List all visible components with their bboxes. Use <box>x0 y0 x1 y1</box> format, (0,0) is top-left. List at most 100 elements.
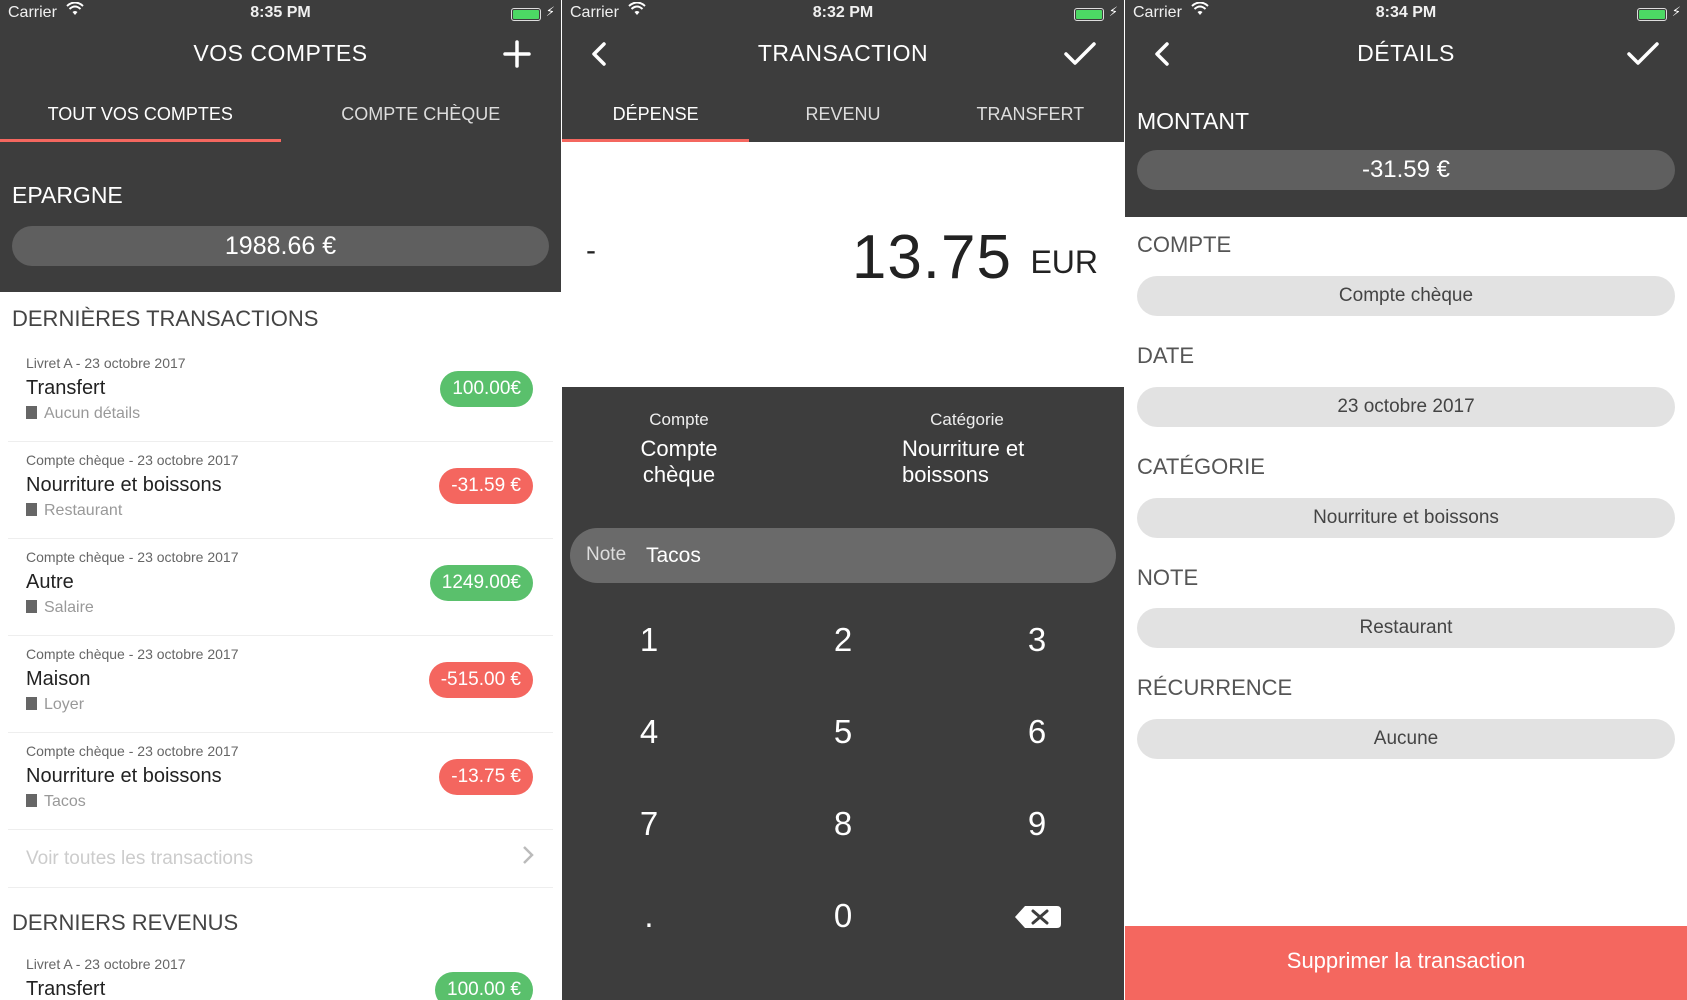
transaction-amount: -13.75 € <box>439 759 533 795</box>
transaction-amount: 100.00€ <box>440 371 533 407</box>
transaction-type-tabs: DÉPENSE REVENU TRANSFERT <box>562 90 1124 142</box>
status-time: 8:32 PM <box>812 4 874 21</box>
status-bar: Carrier 8:34 PM ⚡ <box>1125 0 1687 28</box>
key-6[interactable]: 6 <box>977 697 1097 767</box>
transaction-row[interactable]: Livret A - 23 octobre 2017 Transfert Auc… <box>8 345 553 442</box>
transaction-detail-text: Tacos <box>44 793 86 810</box>
charging-icon: ⚡ <box>1671 4 1681 19</box>
tab-all-accounts[interactable]: TOUT VOS COMPTES <box>0 90 281 142</box>
transaction-detail: Aucun détails <box>26 405 140 423</box>
tab-income[interactable]: REVENU <box>749 90 936 142</box>
see-all-transactions-link[interactable]: Voir toutes les transactions <box>8 830 553 888</box>
account-field-label: COMPTE <box>1137 232 1232 257</box>
recurrence-field-label: RÉCURRENCE <box>1137 675 1293 700</box>
tab-checking-account[interactable]: COMPTE CHÈQUE <box>281 90 562 142</box>
document-icon <box>26 794 37 807</box>
balance-card: EPARGNE 1988.66 € <box>0 142 561 292</box>
transaction-detail: Loyer <box>26 696 84 714</box>
chevron-right-icon <box>521 844 535 872</box>
category-label: Catégorie <box>930 410 1004 429</box>
transaction-amount: -31.59 € <box>439 468 533 504</box>
tab-expense[interactable]: DÉPENSE <box>562 90 750 142</box>
accounts-screen: Carrier 8:35 PM ⚡ VOS COMPTES TOUT VOS C… <box>0 0 561 1000</box>
transaction-name: Autre <box>26 571 74 593</box>
transaction-amount: -515.00 € <box>428 662 533 698</box>
document-icon <box>26 697 37 710</box>
delete-transaction-button[interactable]: Supprimer la transaction <box>1125 926 1687 1000</box>
key-1[interactable]: 1 <box>589 605 709 675</box>
transaction-name: Transfert <box>26 978 106 1000</box>
amount-label: MONTANT <box>1137 108 1250 134</box>
date-field-label: DATE <box>1137 343 1195 368</box>
account-field[interactable]: Compte chèque <box>1137 276 1675 316</box>
charging-icon: ⚡ <box>1108 4 1118 19</box>
transaction-detail-text: Loyer <box>44 696 85 713</box>
transaction-name: Nourriture et boissons <box>26 474 222 496</box>
transaction-name: Maison <box>26 668 91 690</box>
confirm-button[interactable] <box>1623 32 1663 76</box>
transaction-row[interactable]: Compte chèque - 23 octobre 2017 Nourritu… <box>8 442 553 539</box>
details-screen: Carrier 8:34 PM ⚡ DÉTAILS MONTANT -31.59… <box>1125 0 1687 1000</box>
check-icon <box>1064 42 1096 65</box>
transaction-detail-text: Restaurant <box>44 502 123 519</box>
status-bar: Carrier 8:35 PM ⚡ <box>0 0 561 28</box>
status-bar: Carrier 8:32 PM ⚡ <box>562 0 1124 28</box>
amount-field[interactable]: -31.59 € <box>1137 150 1675 190</box>
key-3[interactable]: 3 <box>977 605 1097 675</box>
nav-bar: DÉTAILS <box>1125 28 1687 90</box>
key-decimal[interactable]: . <box>589 881 709 951</box>
backspace-icon <box>1015 906 1061 928</box>
note-label: Note <box>586 544 627 565</box>
key-7[interactable]: 7 <box>589 789 709 859</box>
key-4[interactable]: 4 <box>589 697 709 767</box>
page-title: DÉTAILS <box>1357 40 1455 66</box>
currency-label[interactable]: EUR <box>1030 244 1098 281</box>
note-value: Tacos <box>646 544 701 567</box>
amount-sign[interactable]: - <box>586 234 596 268</box>
recent-income-title: DERNIERS REVENUS <box>12 910 239 935</box>
document-icon <box>26 503 37 516</box>
balance-value[interactable]: 1988.66 € <box>12 226 549 266</box>
check-icon <box>1627 42 1659 65</box>
key-2[interactable]: 2 <box>783 605 903 675</box>
balance-label: EPARGNE <box>12 182 123 208</box>
battery-icon <box>1637 8 1667 21</box>
transaction-row[interactable]: Compte chèque - 23 octobre 2017 Maison L… <box>8 636 553 733</box>
recent-transactions-title: DERNIÈRES TRANSACTIONS <box>12 306 319 331</box>
backspace-button[interactable] <box>977 881 1097 951</box>
key-0[interactable]: 0 <box>783 881 903 951</box>
transaction-amount: 100.00 € <box>435 972 533 1000</box>
key-5[interactable]: 5 <box>783 697 903 767</box>
income-row[interactable]: Livret A - 23 octobre 2017 Transfert 100… <box>8 946 553 1000</box>
transaction-meta: Compte chèque - 23 octobre 2017 <box>26 549 239 565</box>
category-selector[interactable]: Catégorie Nourriture et boissons <box>902 410 1082 488</box>
transaction-meta: Livret A - 23 octobre 2017 <box>26 355 186 371</box>
category-field-label: CATÉGORIE <box>1137 454 1265 479</box>
battery-icon <box>511 8 541 21</box>
transaction-row[interactable]: Compte chèque - 23 octobre 2017 Nourritu… <box>8 733 553 830</box>
charging-icon: ⚡ <box>545 4 555 19</box>
transaction-name: Nourriture et boissons <box>26 765 222 787</box>
amount-value: 13.75 <box>851 223 1012 292</box>
add-account-button[interactable] <box>497 32 537 76</box>
recurrence-field[interactable]: Aucune <box>1137 719 1675 759</box>
see-all-label: Voir toutes les transactions <box>26 848 254 869</box>
transaction-meta: Compte chèque - 23 octobre 2017 <box>26 743 239 759</box>
transaction-detail: Restaurant <box>26 502 122 520</box>
key-8[interactable]: 8 <box>783 789 903 859</box>
confirm-button[interactable] <box>1060 32 1100 76</box>
transaction-row[interactable]: Compte chèque - 23 octobre 2017 Autre Sa… <box>8 539 553 636</box>
account-selector[interactable]: Compte Compte chèque <box>604 410 754 488</box>
transaction-detail-text: Aucun détails <box>44 405 141 422</box>
status-time: 8:35 PM <box>250 4 311 21</box>
note-field[interactable]: Restaurant <box>1137 608 1675 648</box>
note-field[interactable]: Note Tacos <box>570 528 1116 583</box>
key-9[interactable]: 9 <box>977 789 1097 859</box>
account-label: Compte <box>649 410 709 429</box>
tab-transfer[interactable]: TRANSFERT <box>937 90 1124 142</box>
date-field[interactable]: 23 octobre 2017 <box>1137 387 1675 427</box>
document-icon <box>26 600 37 613</box>
nav-bar: VOS COMPTES <box>0 28 561 90</box>
category-field[interactable]: Nourriture et boissons <box>1137 498 1675 538</box>
account-value: Compte chèque <box>640 436 718 487</box>
